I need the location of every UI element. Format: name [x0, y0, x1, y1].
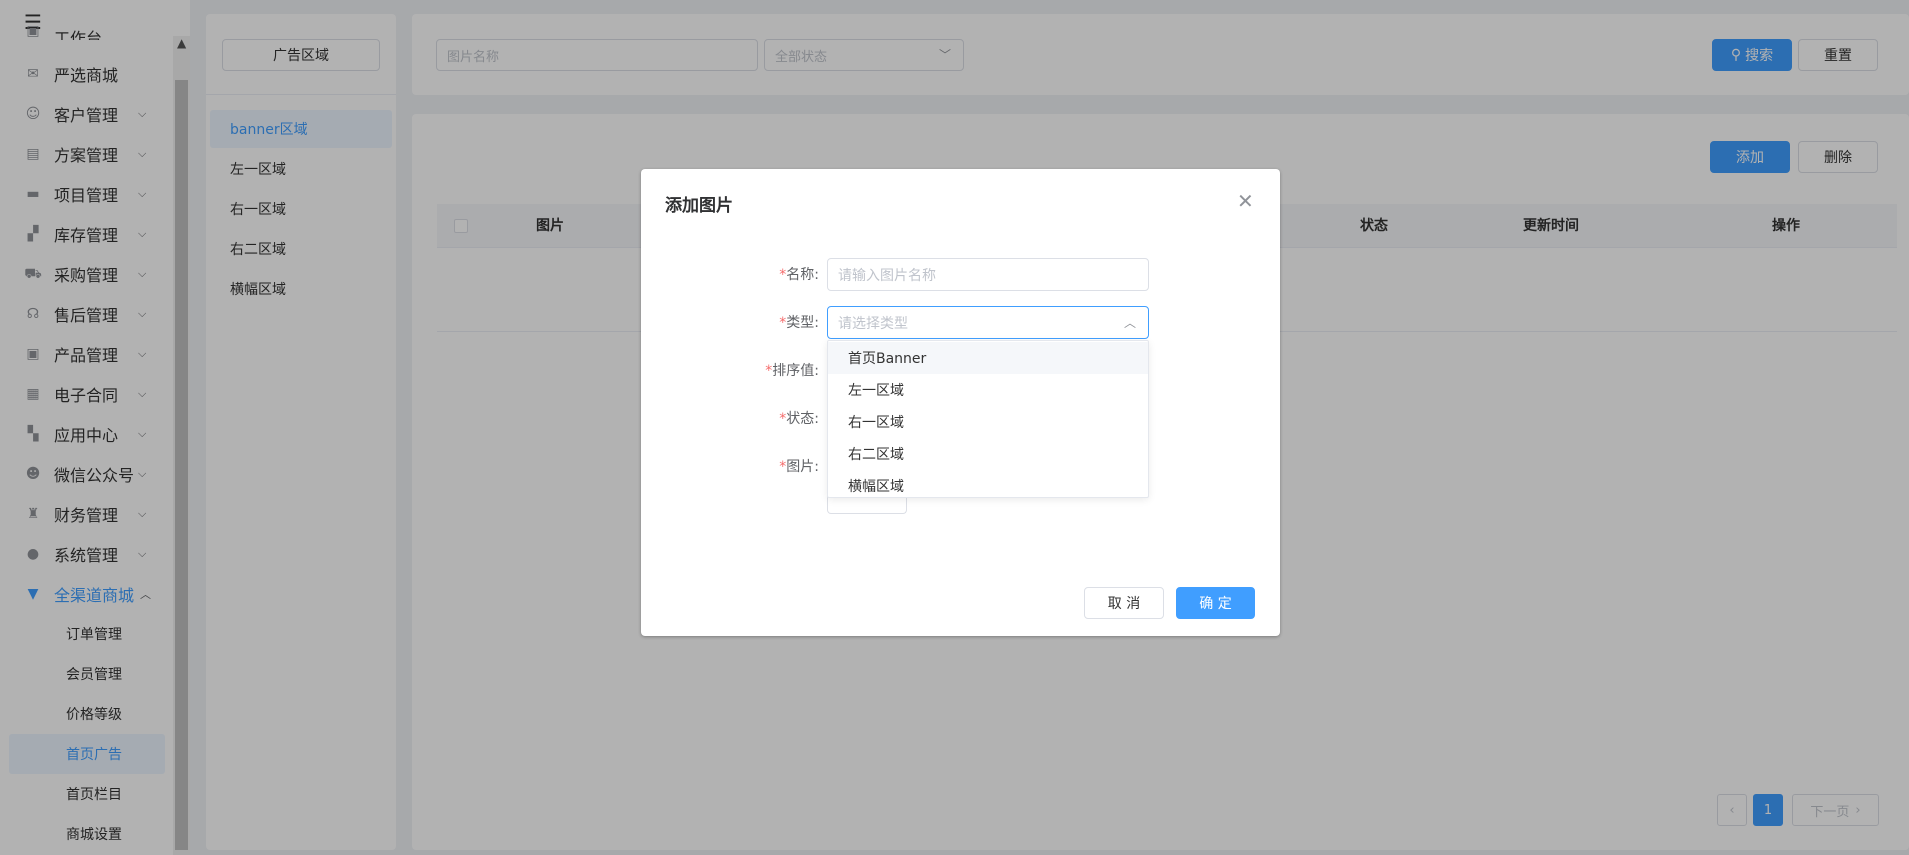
image-name-input[interactable]: 请输入图片名称 [827, 258, 1149, 291]
type-select-value: 请选择类型 [838, 315, 908, 332]
cancel-button[interactable]: 取 消 [1084, 587, 1164, 619]
type-option-home-banner[interactable]: 首页Banner [828, 342, 1148, 374]
name-label-text: 名称: [786, 267, 819, 283]
type-option-right-one[interactable]: 右一区域 [828, 406, 1148, 438]
sort-label: *排序值: [765, 363, 819, 379]
image-label-text: 图片: [786, 459, 819, 475]
confirm-button[interactable]: 确 定 [1176, 587, 1255, 619]
sort-label-text: 排序值: [772, 363, 819, 379]
close-icon[interactable]: ✕ [1237, 191, 1254, 211]
status-label-text: 状态: [786, 411, 819, 427]
status-label: *状态: [779, 411, 819, 427]
dialog-title: 添加图片 [665, 196, 733, 216]
type-option-right-two[interactable]: 右二区域 [828, 438, 1148, 470]
type-select[interactable]: 请选择类型 ︿ [827, 306, 1149, 339]
name-label: *名称: [779, 267, 819, 283]
image-label: *图片: [779, 459, 819, 475]
type-dropdown: 首页Banner 左一区域 右一区域 右二区域 横幅区域 [827, 340, 1149, 498]
add-image-dialog: 添加图片 ✕ *名称: 请输入图片名称 *类型: 请选择类型 ︿ *排序值: *… [641, 169, 1280, 636]
type-option-left-one[interactable]: 左一区域 [828, 374, 1148, 406]
chevron-up-icon: ︿ [1123, 316, 1136, 330]
type-label-text: 类型: [786, 315, 819, 331]
type-label: *类型: [779, 315, 819, 331]
type-option-banner-strip[interactable]: 横幅区域 [828, 470, 1148, 502]
